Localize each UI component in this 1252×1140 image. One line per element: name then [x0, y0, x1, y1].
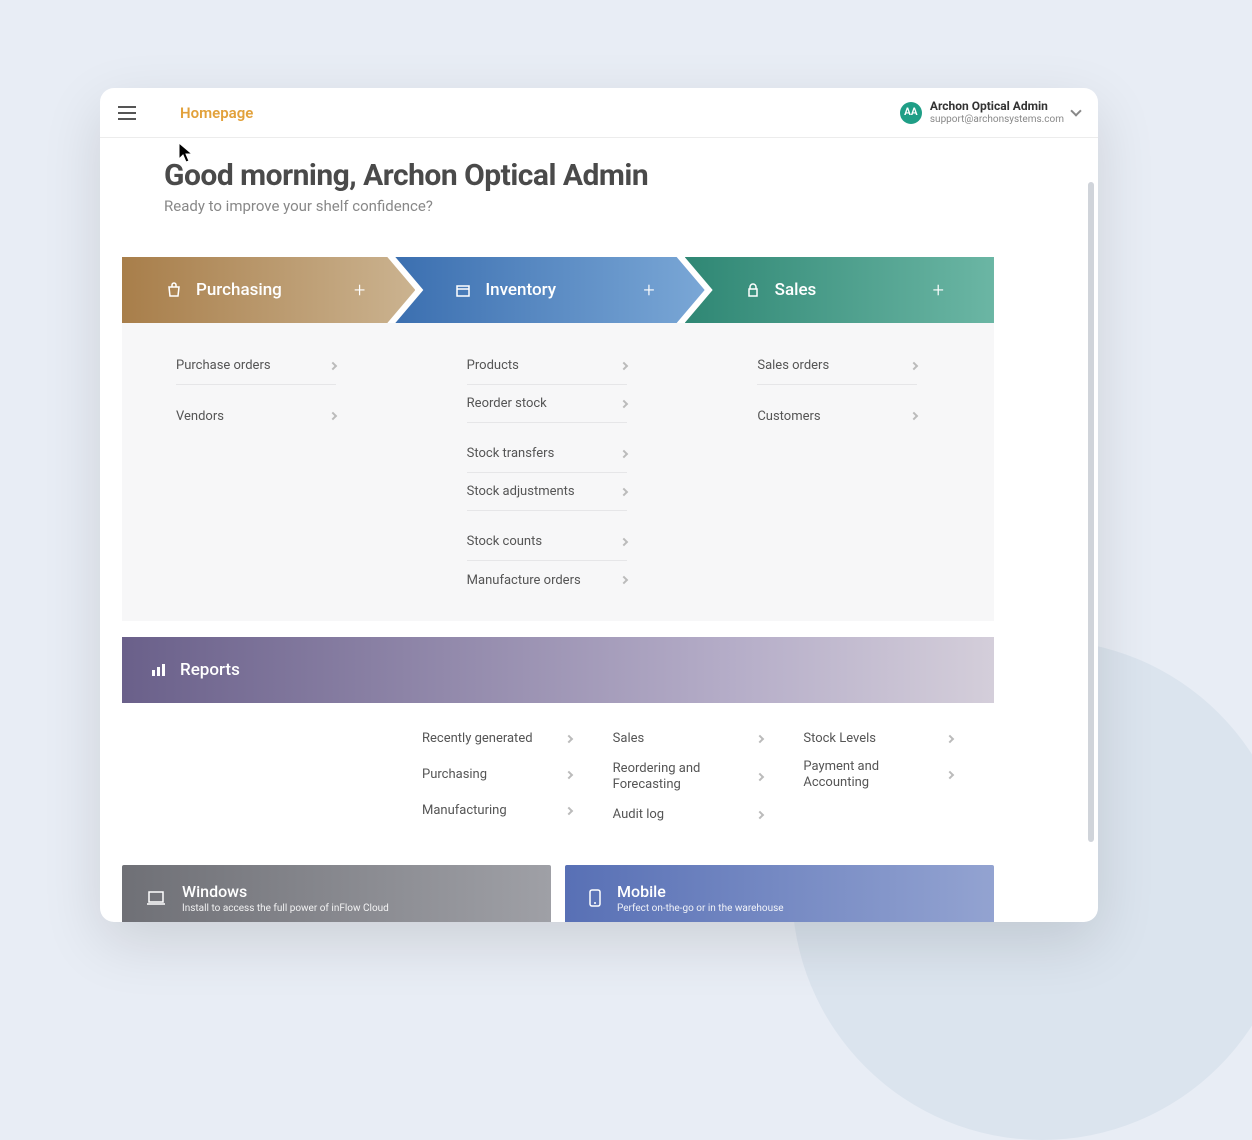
chevron-right-icon: [755, 773, 763, 781]
chevron-right-icon: [565, 735, 573, 743]
chevron-right-icon: [910, 412, 918, 420]
link-reordering-forecasting[interactable]: Reordering and Forecasting: [613, 757, 763, 797]
link-sales-orders[interactable]: Sales orders: [757, 347, 917, 385]
link-stock-levels[interactable]: Stock Levels: [803, 721, 953, 757]
greeting-subtitle: Ready to improve your shelf confidence?: [164, 197, 1076, 215]
hamburger-menu-icon[interactable]: [118, 106, 136, 120]
plus-icon[interactable]: +: [933, 278, 944, 302]
plus-icon[interactable]: +: [643, 278, 654, 302]
link-reorder-stock[interactable]: Reorder stock: [467, 385, 627, 423]
chevron-right-icon: [946, 771, 954, 779]
tab-purchasing[interactable]: Purchasing +: [122, 257, 415, 323]
chevron-right-icon: [619, 361, 627, 369]
bag-icon: [166, 282, 182, 298]
windows-card[interactable]: Windows Install to access the full power…: [122, 865, 551, 922]
link-manufacture-orders[interactable]: Manufacture orders: [467, 561, 627, 599]
sales-links: Sales orders Customers: [703, 347, 994, 599]
app-window: Homepage AA Archon Optical Admin support…: [100, 88, 1098, 922]
chevron-right-icon: [619, 487, 627, 495]
chevron-right-icon: [755, 735, 763, 743]
user-name: Archon Optical Admin: [930, 100, 1064, 113]
reports-header[interactable]: Reports: [122, 637, 994, 703]
chevron-right-icon: [329, 361, 337, 369]
chevron-right-icon: [565, 771, 573, 779]
windows-title: Windows: [182, 882, 389, 901]
inventory-links: Products Reorder stock Stock transfers S…: [413, 347, 704, 599]
link-manufacturing-report[interactable]: Manufacturing: [422, 793, 572, 829]
phone-icon: [589, 889, 601, 907]
link-customers[interactable]: Customers: [757, 397, 917, 435]
greeting-heading: Good morning, Archon Optical Admin: [164, 158, 1076, 193]
chevron-right-icon: [619, 537, 627, 545]
chevron-right-icon: [946, 735, 954, 743]
platform-cards: Windows Install to access the full power…: [122, 865, 994, 922]
link-products[interactable]: Products: [467, 347, 627, 385]
reports-links: Recently generated Purchasing Manufactur…: [122, 703, 994, 851]
link-stock-adjustments[interactable]: Stock adjustments: [467, 473, 627, 511]
link-vendors[interactable]: Vendors: [176, 397, 336, 435]
chevron-right-icon: [910, 361, 918, 369]
link-sales-report[interactable]: Sales: [613, 721, 763, 757]
user-menu[interactable]: AA Archon Optical Admin support@archonsy…: [900, 100, 1080, 124]
chevron-down-icon: [1070, 105, 1081, 116]
chevron-right-icon: [619, 576, 627, 584]
topbar: Homepage AA Archon Optical Admin support…: [100, 88, 1098, 138]
link-recently-generated[interactable]: Recently generated: [422, 721, 572, 757]
box-icon: [455, 282, 471, 298]
mobile-subtitle: Perfect on-the-go or in the warehouse: [617, 903, 784, 914]
breadcrumb[interactable]: Homepage: [180, 104, 253, 122]
link-audit-log[interactable]: Audit log: [613, 797, 763, 833]
cursor-icon: [178, 142, 194, 164]
chevron-right-icon: [755, 811, 763, 819]
user-email: support@archonsystems.com: [930, 114, 1064, 125]
reports-illustration: [122, 721, 422, 833]
chevron-right-icon: [619, 449, 627, 457]
tab-inventory[interactable]: Inventory +: [395, 257, 704, 323]
chart-icon: [150, 662, 166, 678]
tab-sales[interactable]: Sales +: [685, 257, 994, 323]
link-purchase-orders[interactable]: Purchase orders: [176, 347, 336, 385]
avatar: AA: [900, 102, 922, 124]
windows-subtitle: Install to access the full power of inFl…: [182, 903, 389, 914]
link-stock-counts[interactable]: Stock counts: [467, 523, 627, 561]
pipeline-tabs: Purchasing + Inventory + Sales +: [122, 257, 994, 323]
mobile-title: Mobile: [617, 882, 784, 901]
chevron-right-icon: [329, 412, 337, 420]
link-purchasing-report[interactable]: Purchasing: [422, 757, 572, 793]
purchasing-links: Purchase orders Vendors: [122, 347, 413, 599]
mobile-card[interactable]: Mobile Perfect on-the-go or in the wareh…: [565, 865, 994, 922]
link-stock-transfers[interactable]: Stock transfers: [467, 435, 627, 473]
chevron-right-icon: [565, 807, 573, 815]
link-payment-accounting[interactable]: Payment and Accounting: [803, 757, 953, 793]
laptop-icon: [146, 890, 166, 906]
pipeline-links: Purchase orders Vendors Products Reorder…: [122, 323, 994, 621]
plus-icon[interactable]: +: [354, 278, 365, 302]
lock-icon: [745, 282, 761, 298]
chevron-right-icon: [619, 399, 627, 407]
